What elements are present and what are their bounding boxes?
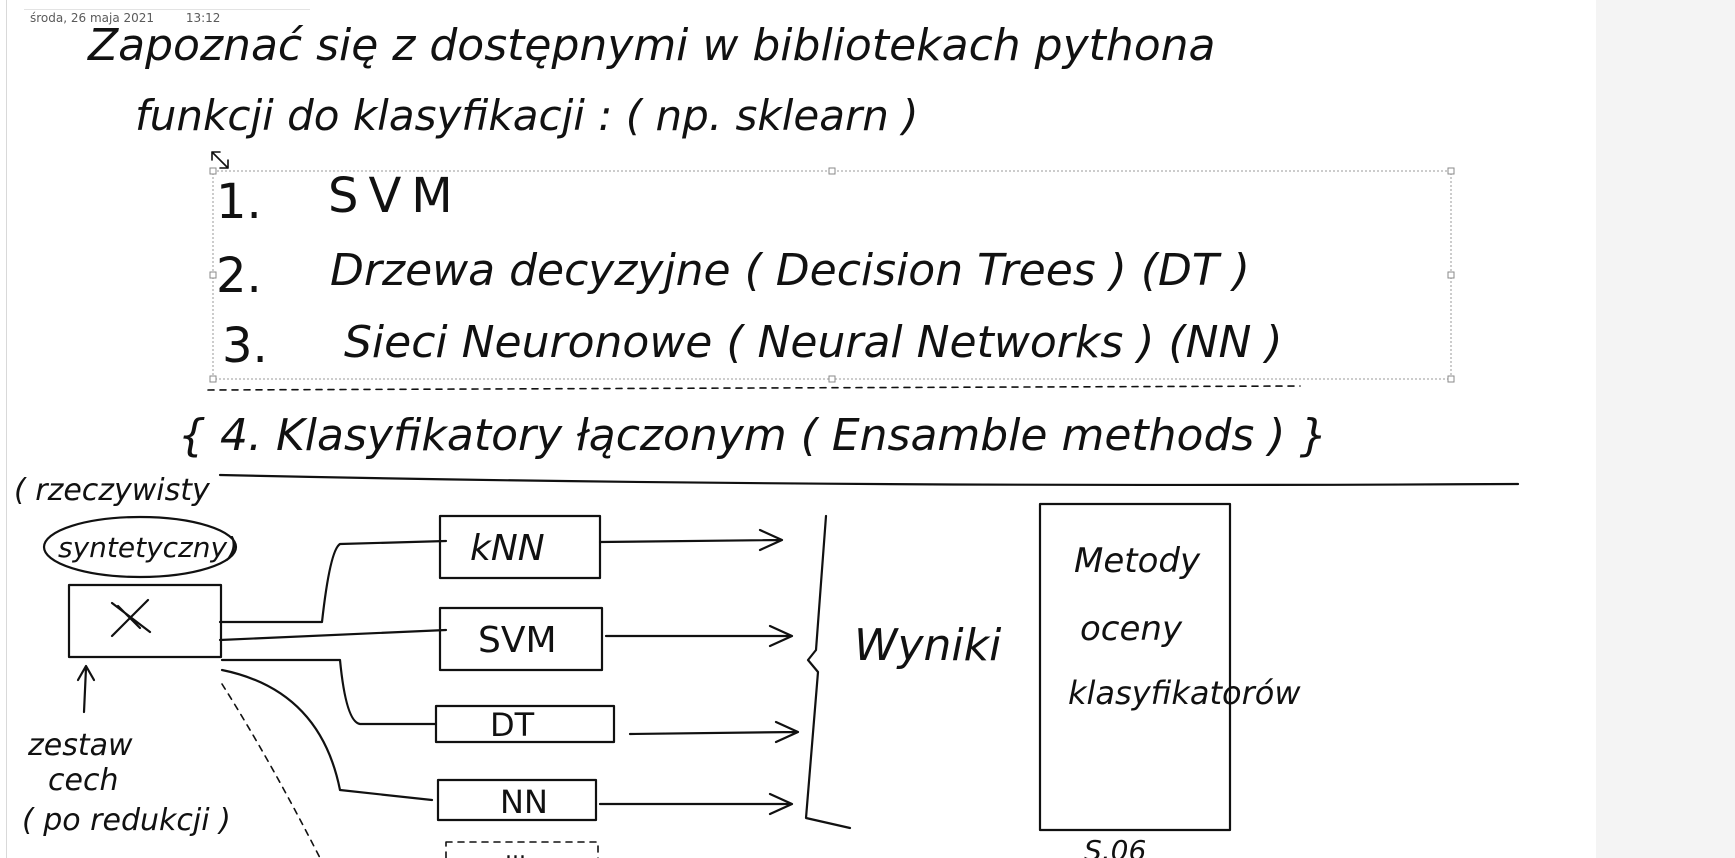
label-cech[interactable]: cech [48, 763, 118, 798]
arrow-knn-out [598, 528, 784, 552]
classifier-knn[interactable]: kNN [438, 514, 602, 580]
classifier-svm[interactable]: SVM [438, 606, 604, 672]
label-oceny: oceny [1080, 609, 1183, 649]
classifier-dt[interactable]: DT [434, 704, 616, 744]
list-text-3: Sieci Neuronowe ( Neural Networks ) (NN … [344, 317, 1283, 368]
classifier-more[interactable]: ... [445, 839, 599, 858]
label-po-redukcji[interactable]: ( po redukcji ) [22, 803, 231, 838]
arrow-to-more [221, 683, 321, 858]
dt-label: DT [490, 706, 535, 744]
resize-arrow-icon[interactable] [211, 151, 229, 169]
ink-line-2[interactable]: funkcji do klasyfikacji : ( np. sklearn … [135, 91, 919, 140]
label-syntetyczny[interactable]: syntetyczny) [58, 531, 238, 564]
arrow-nn-out [598, 792, 794, 816]
arrow-to-svm [218, 628, 448, 642]
knn-label: kNN [470, 528, 545, 569]
arrow-dt-out [628, 720, 800, 744]
item4-underline [218, 473, 1520, 487]
list-num-1: 1. [216, 174, 262, 230]
list-text-2: Drzewa decyzyjne ( Decision Trees ) (DT … [330, 245, 1250, 296]
more-label: ... [505, 839, 526, 858]
nn-label: NN [500, 783, 548, 821]
results-bracket [804, 514, 852, 830]
label-klasyfikatorow: klasyfikatorów [1068, 674, 1301, 712]
label-metody: Metody [1074, 541, 1201, 581]
label-zestaw[interactable]: zestaw [27, 728, 133, 763]
list-num-2: 2. [216, 248, 262, 304]
x-mark-icon [110, 598, 152, 638]
list-item-4[interactable]: { 4. Klasyfikatory łączonym ( Ensamble m… [178, 410, 1327, 461]
list-text-1: SVM [328, 168, 463, 224]
up-arrow-icon [76, 664, 96, 714]
arrow-to-knn [218, 539, 448, 624]
arrow-to-dt [220, 658, 438, 726]
list-item-3[interactable]: 3. Sieci Neuronowe ( Neural Networks ) (… [222, 317, 1283, 374]
ink-line-1[interactable]: Zapoznać się z dostępnymi w bibliotekach… [87, 20, 1216, 71]
list-num-3: 3. [222, 318, 268, 374]
label-page-ref[interactable]: S.06 [1084, 834, 1146, 858]
label-rzeczywisty[interactable]: ( rzeczywisty [14, 473, 211, 508]
dataset-box[interactable] [67, 583, 223, 659]
dashed-separator [207, 385, 1301, 391]
arrow-svm-out [604, 624, 794, 648]
list-item-1[interactable]: 1. SVM [216, 168, 463, 230]
label-wyniki[interactable]: Wyniki [854, 620, 1002, 671]
ink-canvas[interactable]: Zapoznać się z dostępnymi w bibliotekach… [0, 0, 1735, 858]
list-item-2[interactable]: 2. Drzewa decyzyjne ( Decision Trees ) (… [216, 245, 1250, 304]
classifier-nn[interactable]: NN [436, 778, 598, 822]
svm-label: SVM [478, 620, 557, 661]
